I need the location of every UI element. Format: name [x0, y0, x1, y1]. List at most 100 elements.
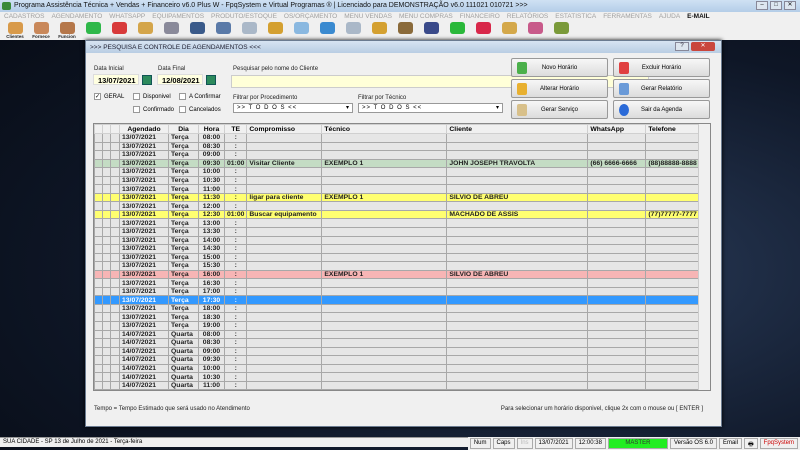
printer-icon[interactable]: 🖶 — [743, 438, 758, 449]
toolbar-button[interactable] — [446, 22, 468, 40]
close-button[interactable]: ✕ — [784, 1, 796, 10]
table-row[interactable]: 14/07/2021 Quarta 11:00: — [94, 380, 703, 390]
table-row[interactable]: 13/07/2021 Terça 14:00: — [94, 235, 703, 246]
minimize-button[interactable]: – — [756, 1, 768, 10]
menu-item[interactable]: WHATSAPP — [109, 12, 145, 22]
horizontal-scrollbar[interactable] — [93, 392, 711, 400]
confirmado-checkbox[interactable]: Confirmado — [133, 106, 174, 113]
table-row[interactable]: 13/07/2021 Terça 10:30: — [94, 175, 703, 186]
column-header[interactable]: TE — [223, 124, 248, 134]
table-row[interactable]: 13/07/2021 Terça 16:00: EXEMPLO 1 SILVIO DE … — [94, 269, 703, 280]
column-header[interactable]: Dia — [168, 124, 199, 134]
menu-item[interactable]: CADASTROS — [4, 12, 44, 22]
menu-item[interactable]: MENU COMPRAS — [399, 12, 453, 22]
toolbar-button[interactable] — [160, 22, 182, 40]
toolbar-button[interactable] — [290, 22, 312, 40]
help-button[interactable]: ? — [675, 42, 689, 51]
table-row[interactable]: 13/07/2021 Terça 14:30: — [94, 244, 703, 254]
table-row[interactable]: 13/07/2021 Terça 12:00: — [94, 201, 703, 211]
novo-horario-button[interactable]: Novo Horário — [511, 58, 608, 77]
table-row[interactable]: 14/07/2021 Quarta 08:00: — [94, 329, 703, 340]
data-final-field[interactable]: 12/08/2021 — [157, 74, 203, 85]
toolbar-button[interactable] — [342, 22, 364, 40]
menu-item[interactable]: FINANCEIRO — [460, 12, 500, 22]
menu-item[interactable]: AJUDA — [659, 12, 680, 22]
menu-item[interactable]: FERRAMENTAS — [603, 12, 652, 22]
table-row[interactable]: 13/07/2021 Terça 18:00: — [94, 303, 703, 314]
table-row[interactable]: 13/07/2021 Terça 08:30: — [94, 141, 703, 152]
toolbar-button[interactable] — [524, 22, 546, 40]
sair-agenda-button[interactable]: Sair da Agenda — [613, 100, 710, 119]
table-row[interactable]: 13/07/2021 Terça 17:00: — [94, 286, 703, 297]
toolbar-button[interactable] — [498, 22, 520, 40]
menu-item-email[interactable]: E-MAIL — [687, 12, 709, 22]
table-row[interactable]: 13/07/2021 Terça 15:30: — [94, 261, 703, 271]
table-row[interactable]: 13/07/2021 Terça 16:30: — [94, 278, 703, 288]
tecnico-select[interactable]: >> T O D O S << ▾ — [358, 103, 503, 113]
menu-item[interactable]: OS/ORÇAMENTO — [284, 12, 337, 22]
geral-checkbox[interactable]: ✓ GERAL — [94, 93, 124, 100]
table-row[interactable]: 13/07/2021 Terça 15:00: — [94, 252, 703, 263]
toolbar-button[interactable] — [212, 22, 234, 40]
disponivel-checkbox[interactable]: Disponivel — [133, 93, 171, 100]
column-header[interactable]: Cliente — [446, 124, 589, 134]
toolbar-button[interactable] — [238, 22, 260, 40]
toolbar-button[interactable] — [264, 22, 286, 40]
table-row[interactable]: 14/07/2021 Quarta 09:30: — [94, 355, 703, 365]
column-header[interactable]: Compromisso — [246, 124, 323, 134]
agenda-grid[interactable]: Agendado Dia Hora TE Compromisso Técnico Clien… — [93, 123, 711, 391]
column-header[interactable]: Telefone — [645, 124, 703, 134]
column-header[interactable]: WhatsApp — [587, 124, 647, 134]
table-row[interactable]: 14/07/2021 Quarta 08:30: — [94, 338, 703, 348]
column-header[interactable]: Agendado — [119, 124, 169, 134]
menu-item[interactable]: RELATÓRIOS — [507, 12, 548, 22]
table-row[interactable]: 14/07/2021 Quarta 09:00: — [94, 346, 703, 357]
table-row[interactable]: 14/07/2021 Quarta 10:00: — [94, 363, 703, 374]
toolbar-button[interactable] — [134, 22, 156, 40]
table-row[interactable]: 14/07/2021 Quarta 10:30: — [94, 372, 703, 382]
toolbar-button[interactable] — [550, 22, 572, 40]
column-header[interactable]: Técnico — [321, 124, 448, 134]
calendar-icon[interactable] — [142, 75, 152, 85]
a-confirmar-checkbox[interactable]: A Confirmar — [179, 93, 221, 100]
table-row[interactable]: 13/07/2021 Terça 19:00: — [94, 321, 703, 331]
table-row[interactable]: 13/07/2021 Terça 09:30 01:00 Visitar Cliente… — [94, 158, 703, 169]
table-row[interactable]: 13/07/2021 Terça 18:30: — [94, 312, 703, 323]
menu-item[interactable]: MENU VENDAS — [344, 12, 392, 22]
toolbar-button[interactable] — [420, 22, 442, 40]
toolbar-button[interactable] — [316, 22, 338, 40]
data-inicial-field[interactable]: 13/07/2021 — [93, 74, 139, 85]
maximize-button[interactable]: □ — [770, 1, 782, 10]
table-row[interactable]: 13/07/2021 Terça 12:30 01:00 Buscar equipame… — [94, 209, 703, 220]
table-row[interactable]: 13/07/2021 Terça 08:00: — [94, 133, 703, 143]
table-row[interactable]: 13/07/2021 Terça 10:00: — [94, 167, 703, 177]
menu-item[interactable]: PRODUTO/ESTOQUE — [211, 12, 277, 22]
toolbar-button[interactable] — [108, 22, 130, 40]
toolbar-button[interactable] — [368, 22, 390, 40]
toolbar-button[interactable] — [472, 22, 494, 40]
toolbar-button[interactable]: Clientes — [4, 22, 26, 40]
toolbar-button[interactable]: Fornece — [30, 22, 52, 40]
toolbar-button[interactable] — [186, 22, 208, 40]
column-header[interactable]: Hora — [198, 124, 225, 134]
excluir-horario-button[interactable]: Excluir Horário — [613, 58, 710, 77]
cancelados-checkbox[interactable]: Cancelados — [179, 106, 221, 113]
toolbar-button[interactable]: Funcion — [56, 22, 78, 40]
table-row[interactable]: 13/07/2021 Terça 11:00: — [94, 184, 703, 194]
toolbar-button[interactable] — [394, 22, 416, 40]
calendar-icon[interactable] — [206, 75, 216, 85]
vertical-scrollbar[interactable] — [698, 124, 710, 390]
table-row[interactable]: 13/07/2021 Terça 09:00: — [94, 150, 703, 160]
email-button[interactable]: Email — [718, 438, 742, 449]
table-row[interactable]: 13/07/2021 Terça 13:30: — [94, 227, 703, 237]
menu-item[interactable]: ESTATISTICA — [555, 12, 596, 22]
table-row[interactable]: 13/07/2021 Terça 17:30: — [94, 295, 703, 305]
procedimento-select[interactable]: >> T O D O S << ▾ — [233, 103, 353, 113]
gerar-relatorio-button[interactable]: Gerar Relatório — [613, 79, 710, 98]
gerar-servico-button[interactable]: Gerar Serviço — [511, 100, 608, 119]
alterar-horario-button[interactable]: Alterar Horário — [511, 79, 608, 98]
dialog-close-button[interactable]: ✕ — [691, 42, 715, 51]
toolbar-button[interactable] — [82, 22, 104, 40]
table-row[interactable]: 13/07/2021 Terça 11:30: ligar para cliente E… — [94, 192, 703, 203]
table-row[interactable]: 13/07/2021 Terça 13:00: — [94, 218, 703, 228]
